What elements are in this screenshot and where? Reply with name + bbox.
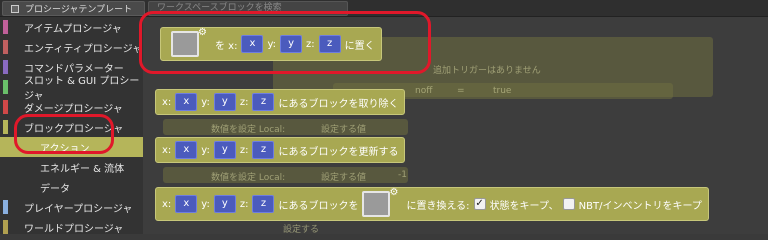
category-color-swatch: [3, 20, 8, 34]
replace-with-label: に置き換える:: [406, 200, 470, 212]
replace-block-at-xyz-block[interactable]: x: x y: y z: z にあるブロックを ⚙ に置き換える: ✓ 状態をキ…: [155, 187, 709, 221]
sidebar-item-label: データ: [40, 183, 70, 195]
category-color-swatch: [3, 40, 8, 54]
var-z[interactable]: z: [252, 93, 275, 111]
sidebar-item-slot-gui-procedures[interactable]: スロット & GUI プロシージャ: [0, 76, 143, 102]
ghost-local-set-2: [163, 167, 408, 183]
category-color-swatch: [3, 60, 8, 74]
ghost-local-set-1: [163, 119, 408, 135]
sidebar-item-world-procedures[interactable]: ワールドプロシージャ: [0, 217, 143, 237]
sidebar-item-label: アイテムプロシージャ: [24, 23, 122, 35]
update-block-at-xyz-block[interactable]: x: x y: y z: z にあるブロックを更新する: [155, 137, 406, 163]
highlight-block-category: [14, 114, 114, 154]
ghost-set-value-2: 設定する値: [321, 173, 367, 183]
replace-mid-label: にあるブロックを: [278, 200, 359, 212]
keep-state-checkbox[interactable]: ✓: [473, 198, 486, 210]
template-icon: [11, 4, 19, 13]
sidebar-item-label: プレイヤープロシージャ: [24, 203, 133, 215]
remove-suffix-label: にあるブロックを取り除く: [278, 98, 399, 110]
x-label: x:: [162, 96, 172, 108]
sidebar-item-label: ワールドプロシージャ: [24, 223, 124, 235]
update-suffix-label: にあるブロックを更新する: [278, 146, 399, 158]
sidebar-item-label: エネルギー & 流体: [40, 163, 125, 175]
ghost-set-value-1: 設定する値: [321, 125, 367, 135]
x-label: x:: [162, 198, 172, 210]
z-label: z:: [239, 198, 249, 210]
category-color-swatch: [3, 100, 8, 114]
y-label: y:: [201, 198, 210, 210]
ghost-bottom-hint: 設定する: [283, 225, 320, 235]
ghost-local-label-2: 数値を設定 Local:: [211, 173, 286, 183]
sidebar-item-player-procedures[interactable]: プレイヤープロシージャ: [0, 197, 143, 217]
z-label: z:: [239, 96, 249, 108]
ghost-eq: =: [457, 86, 465, 96]
sidebar-item-entity-procedures[interactable]: エンティティプロシージャ: [0, 37, 143, 57]
procedure-template-tab[interactable]: プロシージャテンプレート: [2, 1, 145, 16]
var-y[interactable]: y: [213, 195, 236, 213]
var-x[interactable]: x: [175, 141, 198, 159]
procedure-template-label: プロシージャテンプレート: [25, 5, 133, 15]
sidebar-item-label: エンティティプロシージャ: [24, 43, 143, 55]
highlight-place-block: [139, 11, 431, 74]
ghost-minus-one: -1: [398, 170, 407, 180]
sidebar-item-label: ダメージプロシージャ: [24, 103, 123, 115]
keep-nbt-label: NBT/インベントリをキープ: [578, 200, 702, 212]
remove-block-at-xyz-block[interactable]: x: x y: y z: z にあるブロックを取り除く: [155, 89, 406, 115]
var-y[interactable]: y: [213, 93, 236, 111]
var-z[interactable]: z: [252, 141, 275, 159]
y-label: y:: [201, 144, 210, 156]
var-x[interactable]: x: [175, 195, 198, 213]
category-color-swatch: [3, 80, 8, 94]
y-label: y:: [201, 96, 210, 108]
var-z[interactable]: z: [252, 195, 275, 213]
replacement-block-slot[interactable]: ⚙: [362, 187, 398, 217]
sidebar-item-energy-fluid[interactable]: エネルギー & 流体: [0, 157, 143, 177]
x-label: x:: [162, 144, 172, 156]
category-color-swatch: [3, 120, 8, 134]
gear-icon[interactable]: ⚙: [390, 187, 399, 198]
ghost-local-label-1: 数値を設定 Local:: [211, 125, 286, 135]
var-y[interactable]: y: [213, 141, 236, 159]
ghost-true: true: [493, 86, 512, 96]
ghost-onoff: noff: [415, 86, 433, 96]
keep-nbt-checkbox[interactable]: [562, 198, 575, 210]
category-color-swatch: [3, 220, 8, 234]
sidebar-item-item-procedures[interactable]: アイテムプロシージャ: [0, 17, 143, 37]
z-label: z:: [239, 144, 249, 156]
var-x[interactable]: x: [175, 93, 198, 111]
sidebar-item-data[interactable]: データ: [0, 177, 143, 197]
ghost-trigger-note: 追加トリガーはありません: [433, 66, 541, 76]
keep-state-label: 状態をキープ、: [489, 200, 559, 212]
category-color-swatch: [3, 200, 8, 214]
